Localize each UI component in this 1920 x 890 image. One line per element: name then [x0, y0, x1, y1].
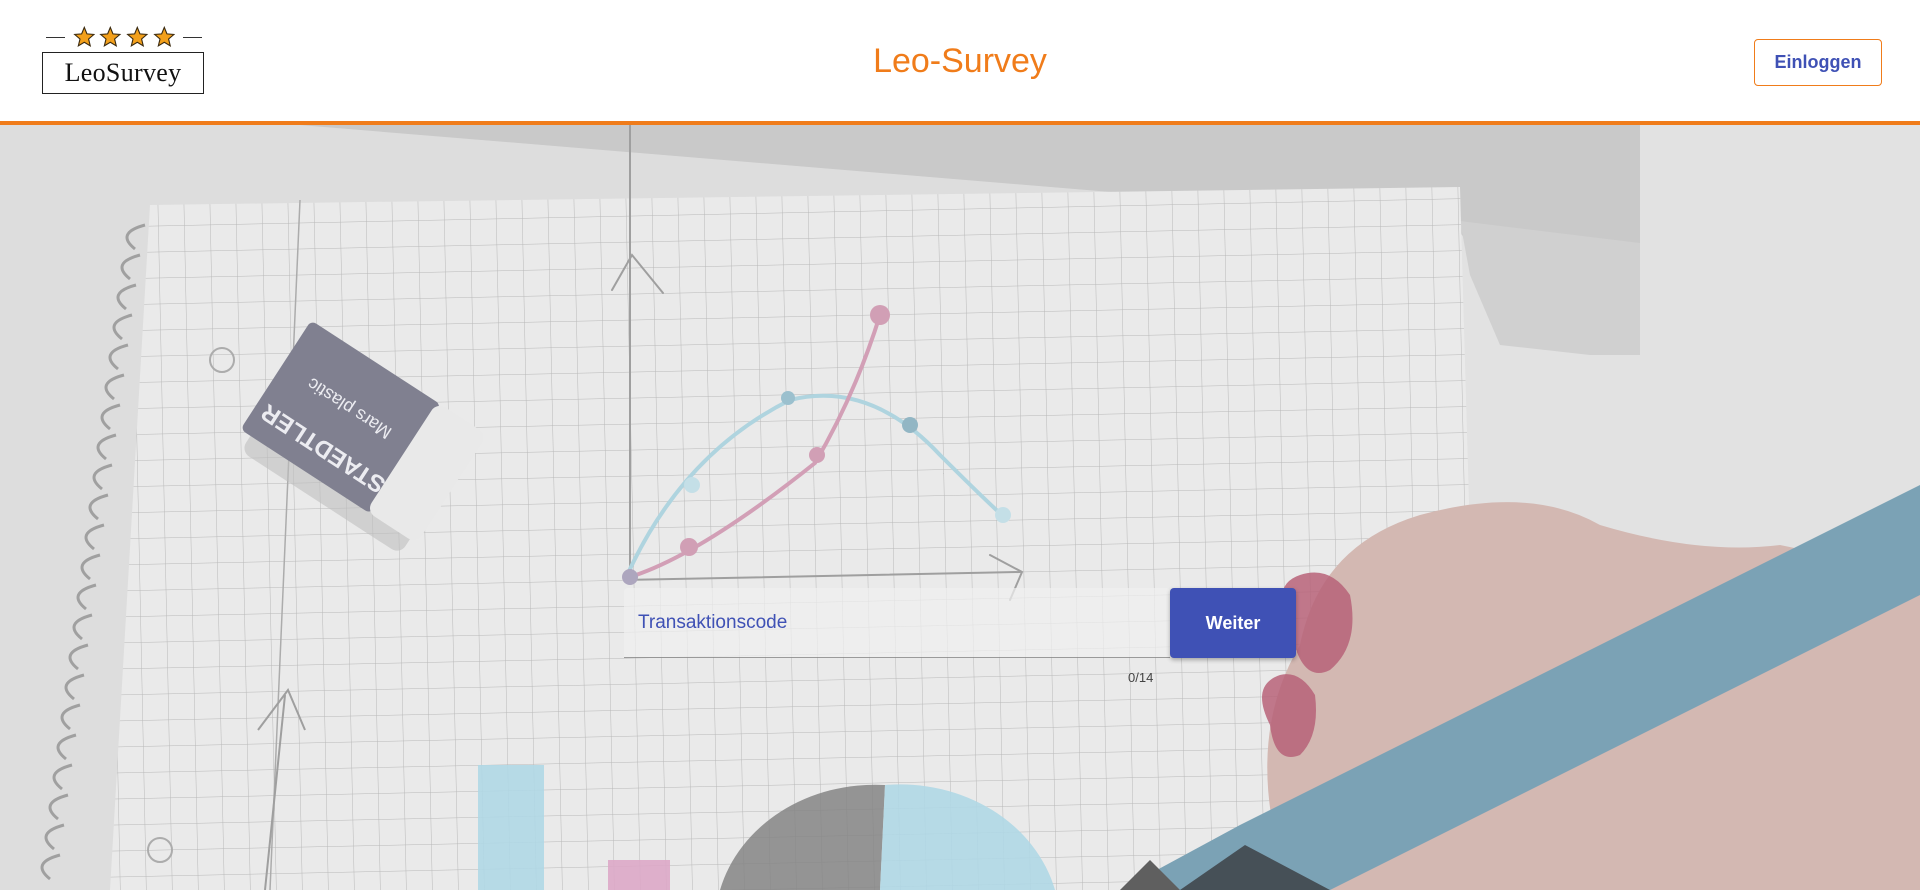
- character-counter: 0/14: [1128, 670, 1154, 685]
- logo-stars: [42, 26, 206, 48]
- continue-button[interactable]: Weiter: [1170, 588, 1296, 658]
- star-icon: [126, 26, 149, 48]
- star-icon: [152, 26, 175, 48]
- login-button[interactable]: Einloggen: [1754, 39, 1882, 86]
- star-icon: [73, 26, 96, 48]
- transaction-code-field[interactable]: [624, 588, 1170, 658]
- leosurvey-logo[interactable]: LeoSurvey: [42, 26, 206, 96]
- transaction-form: 0/14 Weiter: [624, 588, 1296, 688]
- transaction-code-input[interactable]: [638, 588, 1158, 658]
- notebook-photo: STAEDTLER Mars plastic: [0, 125, 1920, 890]
- app-header: LeoSurvey Leo-Survey Einloggen: [0, 0, 1920, 125]
- page-title: Leo-Survey: [873, 42, 1047, 80]
- hero-background: STAEDTLER Mars plastic Transaktionscode …: [0, 125, 1920, 890]
- star-icon: [99, 26, 122, 48]
- logo-wordmark: LeoSurvey: [42, 52, 204, 94]
